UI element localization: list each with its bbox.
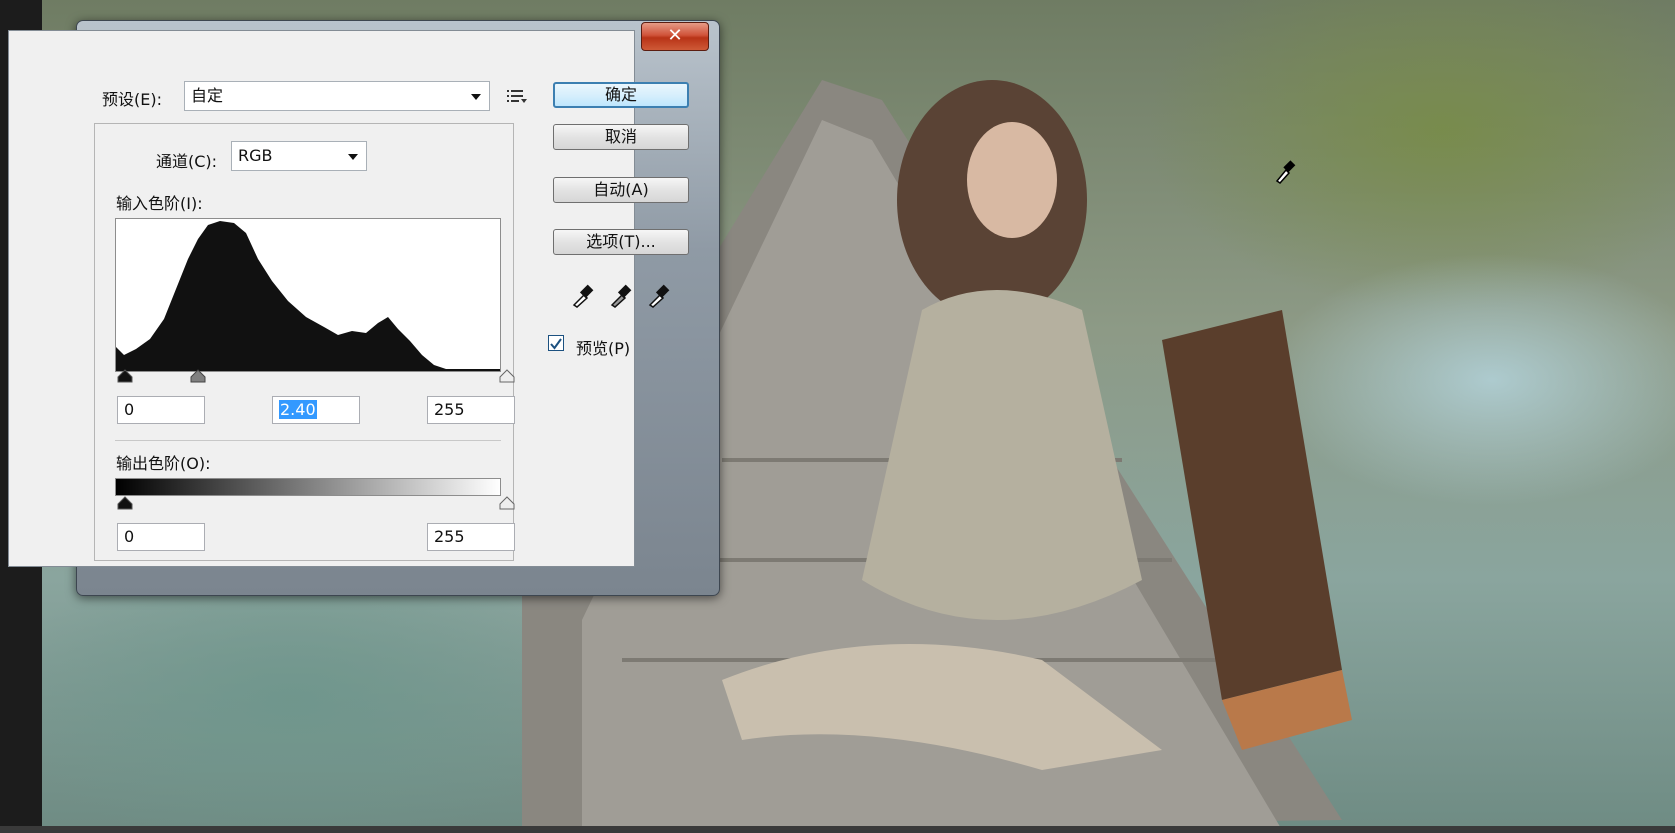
cancel-button[interactable]: 取消 <box>553 124 689 150</box>
gray-point-eyedropper-icon[interactable] <box>608 282 634 308</box>
preview-label: 预览(P) <box>576 339 631 358</box>
separator <box>115 440 501 441</box>
output-white-slider[interactable] <box>499 496 515 510</box>
input-gamma-value: 2.40 <box>279 400 317 419</box>
histogram <box>115 218 501 372</box>
input-gamma-slider[interactable] <box>190 369 206 383</box>
chevron-down-icon <box>348 154 358 160</box>
output-white-field[interactable]: 255 <box>427 523 515 551</box>
ok-button[interactable]: 确定 <box>553 82 689 108</box>
preset-value: 自定 <box>191 86 224 105</box>
output-black-field[interactable]: 0 <box>117 523 205 551</box>
preset-options-icon[interactable] <box>506 88 528 104</box>
preview-checkbox[interactable] <box>548 335 564 351</box>
input-black-field[interactable]: 0 <box>117 396 205 424</box>
output-black-slider[interactable] <box>117 496 133 510</box>
checkmark-icon <box>550 338 562 350</box>
input-black-slider[interactable] <box>117 369 133 383</box>
eyedropper-cursor-icon <box>1275 160 1296 184</box>
input-levels-label: 输入色阶(I): <box>116 194 203 213</box>
status-bar <box>0 826 1675 833</box>
input-white-field[interactable]: 255 <box>427 396 515 424</box>
preset-label: 预设(E): <box>102 90 162 109</box>
options-button[interactable]: 选项(T)... <box>553 229 689 255</box>
auto-button[interactable]: 自动(A) <box>553 177 689 203</box>
close-icon: ✕ <box>667 25 683 46</box>
output-gradient <box>115 478 501 496</box>
input-white-slider[interactable] <box>499 369 515 383</box>
black-point-eyedropper-icon[interactable] <box>570 282 596 308</box>
preset-select[interactable]: 自定 <box>184 81 490 111</box>
close-button[interactable]: ✕ <box>641 22 709 51</box>
white-point-eyedropper-icon[interactable] <box>646 282 672 308</box>
channel-value: RGB <box>238 146 273 165</box>
channel-select[interactable]: RGB <box>231 141 367 171</box>
channel-label: 通道(C): <box>156 152 218 171</box>
output-levels-label: 输出色阶(O): <box>116 454 211 473</box>
chevron-down-icon <box>471 94 481 100</box>
histogram-graph <box>116 221 500 371</box>
input-gamma-field[interactable]: 2.40 <box>272 396 360 424</box>
